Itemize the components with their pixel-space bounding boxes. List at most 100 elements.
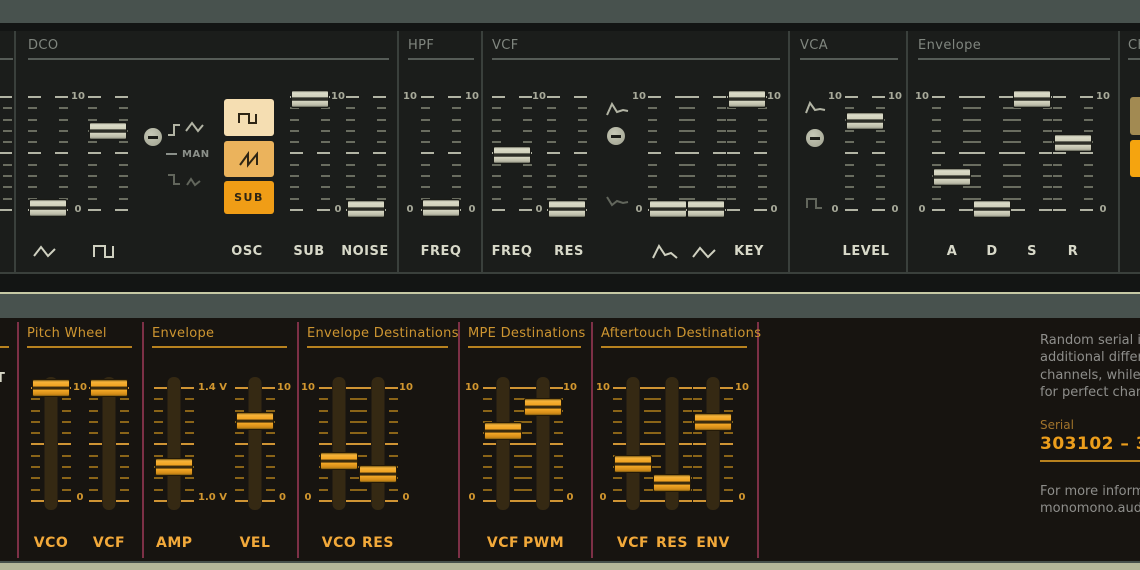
scale-max-label: 10 (913, 91, 931, 102)
scale-min-label: 0 (561, 492, 579, 503)
slider-handle[interactable] (422, 199, 460, 217)
chorus-mode-2-button[interactable] (1130, 140, 1140, 177)
slider-handle[interactable] (32, 379, 70, 397)
slider-handle[interactable] (236, 412, 274, 430)
slider-handle[interactable] (484, 422, 522, 440)
scale-max-label: 10 (463, 382, 481, 393)
man-dash-icon[interactable] (166, 153, 177, 155)
bottom-khaki-bar (0, 563, 1140, 570)
aftertouch-vcf-slider[interactable] (613, 387, 653, 502)
slider-handle[interactable] (687, 200, 725, 218)
envdest-res-slider[interactable] (358, 387, 398, 502)
dco-sub-level-slider[interactable] (290, 96, 330, 211)
scale-max-label: 10 (733, 382, 751, 393)
vcf-freq-slider[interactable] (492, 96, 532, 211)
man-mode-label[interactable]: MAN (182, 149, 210, 160)
scale-max-label: 10 (397, 382, 415, 393)
envelope-amp-slider[interactable] (154, 387, 194, 502)
aftertouch-res-slider[interactable] (652, 387, 692, 502)
scale-min-label: 0 (733, 492, 751, 503)
hpf-section-title: HPF (408, 38, 434, 53)
vcf-key-follow-slider[interactable] (727, 96, 767, 211)
pw-vcf-label: VCF (91, 535, 127, 551)
slider-handle[interactable] (694, 413, 732, 431)
pitchwheel-vco-slider[interactable] (31, 387, 71, 502)
envdest-vco-slider[interactable] (319, 387, 359, 502)
slider-handle[interactable] (933, 168, 971, 186)
step-down-icon[interactable] (167, 172, 181, 186)
slider-handle[interactable] (90, 379, 128, 397)
slider-handle[interactable] (1013, 90, 1051, 108)
step-up-icon[interactable] (167, 121, 181, 139)
small-wave-icon[interactable] (186, 176, 202, 188)
slider-handle[interactable] (29, 199, 67, 217)
slider-handle[interactable] (649, 200, 687, 218)
env-decay-slider[interactable] (972, 96, 1012, 211)
section-divider (906, 31, 908, 272)
vcf-env-amount-slider[interactable] (648, 96, 688, 211)
envelope-underline (152, 346, 287, 348)
slider-handle[interactable] (89, 122, 127, 140)
mpe-pwm-slider[interactable] (523, 387, 563, 502)
amp-scale-max-label: 1.4 V (198, 382, 234, 393)
dco-noise-level-slider[interactable] (346, 96, 386, 211)
envelope-vel-slider[interactable] (235, 387, 275, 502)
vcf-res-slider[interactable] (547, 96, 587, 211)
slider-handle[interactable] (524, 398, 562, 416)
slider-handle[interactable] (653, 474, 691, 492)
slider-handle[interactable] (291, 90, 329, 108)
clipped-section-underline (0, 58, 13, 60)
section-divider (788, 31, 790, 272)
chorus-section-title: Ch (1128, 38, 1140, 53)
slider-handle[interactable] (846, 112, 884, 130)
env-attack-slider[interactable] (932, 96, 972, 211)
envelope-shape-icon[interactable] (606, 101, 630, 117)
inverted-envelope-icon[interactable] (606, 194, 630, 208)
chorus-mode-1-button[interactable] (1130, 97, 1140, 135)
slider-handle[interactable] (728, 90, 766, 108)
vca-level-slider[interactable] (845, 96, 885, 211)
dco-underline (28, 58, 389, 60)
scale-min-label: 0 (1094, 204, 1112, 215)
slider-handle[interactable] (1054, 134, 1092, 152)
dco-section-title: DCO (28, 38, 59, 53)
dco-triangle-slider[interactable] (28, 96, 68, 211)
vcf-mod-amount-slider[interactable] (686, 96, 726, 211)
footer-line[interactable]: monomono.aud (1040, 500, 1140, 517)
slider-handle[interactable] (548, 200, 586, 218)
slider-handle[interactable] (614, 455, 652, 473)
vcf-mod-knob[interactable] (607, 127, 625, 145)
scale-max-label: 10 (463, 91, 481, 102)
saw-wave-button[interactable] (224, 141, 274, 177)
slider-handle[interactable] (347, 200, 385, 218)
scale-min-label: 0 (530, 204, 548, 215)
mpe-vcf-slider[interactable] (483, 387, 523, 502)
paragraph-line: additional differ (1040, 349, 1140, 366)
triangle-wave-icon (33, 243, 57, 259)
section-divider (757, 322, 759, 558)
saw-wave-icon (238, 152, 260, 166)
top-panel-bottom-border (0, 272, 1140, 274)
serial-value: 303102 – 30 (1040, 434, 1140, 454)
hpf-underline (408, 58, 474, 60)
vca-mode-knob[interactable] (806, 129, 824, 147)
sub-oscillator-button[interactable]: SUB (224, 181, 274, 214)
gate-icon[interactable] (806, 196, 824, 209)
slider-handle[interactable] (359, 465, 397, 483)
square-wave-button[interactable] (224, 99, 274, 136)
pitchwheel-vcf-slider[interactable] (89, 387, 129, 502)
aftertouch-env-slider[interactable] (693, 387, 733, 502)
slider-handle[interactable] (320, 452, 358, 470)
slider-handle[interactable] (973, 200, 1011, 218)
triangle-wave-icon[interactable] (185, 120, 205, 134)
hpf-freq-slider[interactable] (421, 96, 461, 211)
paragraph-line: Random serial i (1040, 332, 1140, 349)
env-release-slider[interactable] (1053, 96, 1093, 211)
dco-mod-knob[interactable] (144, 128, 162, 146)
dco-pulse-slider[interactable] (88, 96, 128, 211)
envelope-shape-icon[interactable] (805, 101, 827, 115)
slider-handle[interactable] (493, 146, 531, 164)
env-amp-label: AMP (156, 535, 192, 551)
env-sustain-slider[interactable] (1012, 96, 1052, 211)
slider-handle[interactable] (155, 458, 193, 476)
